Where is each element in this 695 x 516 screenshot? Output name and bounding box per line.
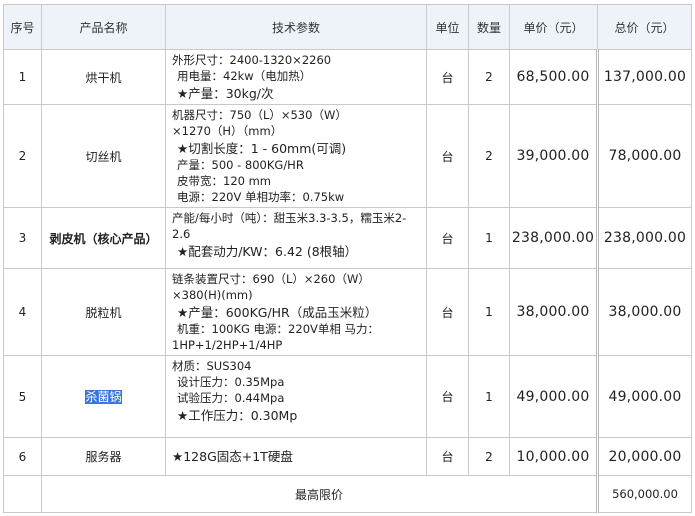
grand-total: 560,000.00 — [596, 475, 692, 513]
row-name: 剥皮机（核心产品） — [41, 207, 166, 269]
row-total: 38,000.00 — [596, 268, 692, 356]
spec-line: ★工作压力：0.30Mp — [177, 408, 298, 423]
header-no: 序号 — [3, 4, 42, 50]
spec-line: 链条装置尺寸：690（L）×260（W） — [172, 272, 370, 286]
spec-line: 产能/每小时（吨）：甜玉米3.3-3.5，糯玉米2-2.6 — [172, 211, 407, 241]
row-unit: 台 — [426, 49, 469, 105]
table-row: 3 剥皮机（核心产品） 产能/每小时（吨）：甜玉米3.3-3.5，糯玉米2-2.… — [3, 207, 692, 269]
row-qty: 1 — [468, 355, 510, 438]
row-no: 5 — [3, 355, 42, 438]
spec-line: ★配套动力/KW：6.42 (8根轴） — [177, 244, 358, 259]
row-spec: 链条装置尺寸：690（L）×260（W） ×380(H)(mm) ★产量：600… — [165, 268, 427, 356]
row-spec: 机器尺寸：750（L）×530（W） ×1270（H）（mm） ★切割长度：1 … — [165, 104, 427, 208]
row-total: 20,000.00 — [596, 437, 692, 476]
row-unit: 台 — [426, 104, 469, 208]
row-price: 68,500.00 — [509, 49, 598, 105]
row-unit: 台 — [426, 355, 469, 438]
table-row: 5 杀菌锅 材质：SUS304 设计压力：0.35Mpa 试验压力：0.44Mp… — [3, 355, 692, 438]
header-total: 总价（元） — [597, 4, 692, 50]
row-spec: 材质：SUS304 设计压力：0.35Mpa 试验压力：0.44Mpa ★工作压… — [165, 355, 427, 438]
spec-line: 机器尺寸：750（L）×530（W） — [172, 108, 347, 122]
header-spec: 技术参数 — [165, 4, 427, 50]
row-qty: 1 — [468, 268, 510, 356]
footer-label: 最高限价 — [41, 475, 598, 513]
row-name-cell: 杀菌锅 — [41, 355, 166, 438]
row-unit: 台 — [426, 437, 469, 476]
row-total: 137,000.00 — [596, 49, 692, 105]
table-row: 1 烘干机 外形尺寸：2400-1320×2260 用电量：42kw（电加热） … — [3, 49, 692, 105]
spec-line: 用电量：42kw（电加热） — [177, 69, 312, 83]
row-spec: ★128G固态+1T硬盘 — [165, 437, 427, 476]
row-total: 78,000.00 — [596, 104, 692, 208]
row-total: 238,000.00 — [596, 207, 692, 269]
spec-line: ★128G固态+1T硬盘 — [172, 448, 293, 464]
row-spec: 外形尺寸：2400-1320×2260 用电量：42kw（电加热） ★产量：30… — [165, 49, 427, 105]
spec-line: 材质：SUS304 — [172, 359, 252, 373]
row-qty: 2 — [468, 104, 510, 208]
row-no: 3 — [3, 207, 42, 269]
footer-row: 最高限价 560,000.00 — [3, 475, 692, 513]
header-unit: 单位 — [426, 4, 469, 50]
row-price: 10,000.00 — [509, 437, 598, 476]
row-qty: 1 — [468, 207, 510, 269]
row-name: 切丝机 — [41, 104, 166, 208]
row-no: 2 — [3, 104, 42, 208]
row-spec: 产能/每小时（吨）：甜玉米3.3-3.5，糯玉米2-2.6 ★配套动力/KW：6… — [165, 207, 427, 269]
row-name: 服务器 — [41, 437, 166, 476]
spec-line: ×1270（H）（mm） — [172, 124, 283, 138]
row-name: 烘干机 — [41, 49, 166, 105]
row-qty: 2 — [468, 49, 510, 105]
row-price: 49,000.00 — [509, 355, 598, 438]
spec-line: ★产量：30kg/次 — [177, 86, 274, 101]
row-price: 38,000.00 — [509, 268, 598, 356]
table-row: 4 脱粒机 链条装置尺寸：690（L）×260（W） ×380(H)(mm) ★… — [3, 268, 692, 356]
header-price: 单价（元） — [509, 4, 598, 50]
row-no: 6 — [3, 437, 42, 476]
footer-blank — [3, 475, 42, 513]
row-no: 4 — [3, 268, 42, 356]
row-total: 49,000.00 — [596, 355, 692, 438]
spec-line: 试验压力：0.44Mpa — [177, 391, 285, 405]
spec-line: 皮带宽：120 mm — [177, 174, 272, 188]
header-name: 产品名称 — [41, 4, 166, 50]
row-price: 39,000.00 — [509, 104, 598, 208]
header-row: 序号 产品名称 技术参数 单位 数量 单价（元） 总价（元） — [3, 4, 692, 50]
spec-line: 产量：500 - 800KG/HR — [177, 158, 304, 172]
row-unit: 台 — [426, 268, 469, 356]
table-row: 6 服务器 ★128G固态+1T硬盘 台 2 10,000.00 20,000.… — [3, 437, 692, 476]
spec-line: 1HP+1/2HP+1/4HP — [172, 338, 283, 352]
row-unit: 台 — [426, 207, 469, 269]
table-row: 2 切丝机 机器尺寸：750（L）×530（W） ×1270（H）（mm） ★切… — [3, 104, 692, 208]
price-table: 序号 产品名称 技术参数 单位 数量 单价（元） 总价（元） 1 烘干机 外形尺… — [3, 4, 692, 513]
row-name: 脱粒机 — [41, 268, 166, 356]
spec-line: 外形尺寸：2400-1320×2260 — [172, 53, 332, 67]
row-price: 238,000.00 — [509, 207, 598, 269]
spec-line: 机重：100KG 电源：220V单相 马力： — [177, 322, 380, 336]
row-no: 1 — [3, 49, 42, 105]
spec-line: 设计压力：0.35Mpa — [177, 375, 285, 389]
spec-line: ★产量：600KG/HR（成品玉米粒） — [177, 305, 378, 320]
spec-line: ×380(H)(mm) — [172, 288, 253, 302]
row-name[interactable]: 杀菌锅 — [85, 390, 122, 404]
header-qty: 数量 — [468, 4, 510, 50]
row-qty: 2 — [468, 437, 510, 476]
spec-line: 电源：220V 单相功率：0.75kw — [177, 190, 345, 204]
spec-line: ★切割长度：1 - 60mm(可调) — [177, 141, 347, 156]
